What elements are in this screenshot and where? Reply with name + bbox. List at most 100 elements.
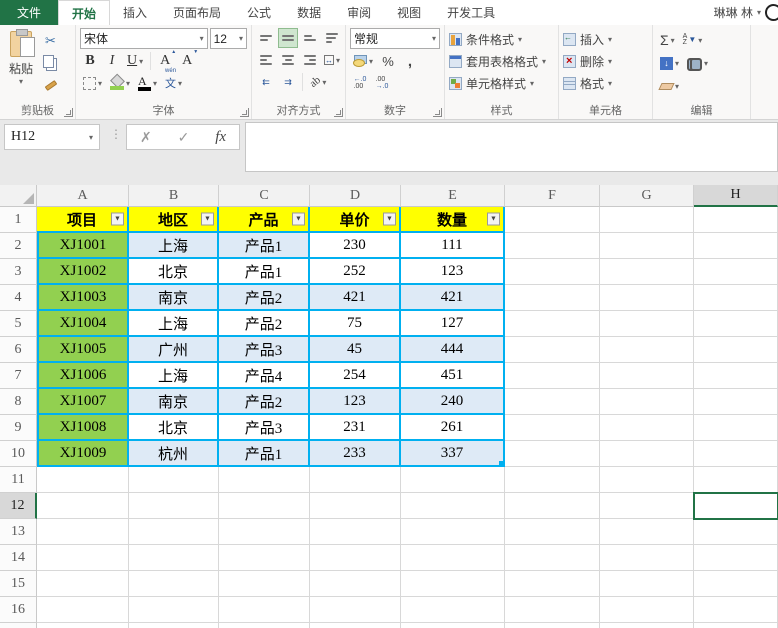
find-select-button[interactable] [684, 53, 711, 73]
cell-G13[interactable] [600, 519, 694, 545]
cell-H12[interactable] [694, 493, 778, 519]
cell-H17[interactable] [694, 623, 778, 628]
row-header-15[interactable]: 15 [0, 571, 37, 597]
cell-H5[interactable] [694, 311, 778, 337]
font-name-select[interactable]: 宋体 ▾ [80, 28, 208, 49]
italic-button[interactable]: I [102, 51, 122, 71]
tab-视图[interactable]: 视图 [384, 0, 434, 25]
tab-公式[interactable]: 公式 [234, 0, 284, 25]
copy-button[interactable] [40, 53, 61, 73]
cell-A17[interactable] [37, 623, 129, 628]
align-center-button[interactable] [278, 50, 298, 70]
row-header-9[interactable]: 9 [0, 415, 37, 441]
cell-B16[interactable] [129, 597, 219, 623]
cell-G9[interactable] [600, 415, 694, 441]
tab-数据[interactable]: 数据 [284, 0, 334, 25]
cell-A5[interactable]: XJ1004 [37, 311, 129, 337]
cell-E15[interactable] [401, 571, 505, 597]
cell-E14[interactable] [401, 545, 505, 571]
cell-D3[interactable]: 252 [310, 259, 401, 285]
cell-C8[interactable]: 产品2 [219, 389, 310, 415]
cell-G10[interactable] [600, 441, 694, 467]
cell-D11[interactable] [310, 467, 401, 493]
cell-E7[interactable]: 451 [401, 363, 505, 389]
merge-center-button[interactable]: ↔ [322, 50, 342, 70]
cell-D7[interactable]: 254 [310, 363, 401, 389]
cell-E10[interactable]: 337 [401, 441, 505, 467]
table-resize-handle[interactable] [499, 461, 504, 466]
cell-A4[interactable]: XJ1003 [37, 285, 129, 311]
bold-button[interactable]: B [80, 51, 100, 71]
cell-F2[interactable] [505, 233, 600, 259]
cell-H2[interactable] [694, 233, 778, 259]
cell-D1[interactable]: 单价▼ [310, 207, 401, 233]
tab-开发工具[interactable]: 开发工具 [434, 0, 508, 25]
cell-C10[interactable]: 产品1 [219, 441, 310, 467]
enter-icon[interactable]: ✓ [178, 129, 190, 146]
row-header-17[interactable]: 17 [0, 623, 37, 628]
cell-B11[interactable] [129, 467, 219, 493]
cell-C17[interactable] [219, 623, 310, 628]
row-header-11[interactable]: 11 [0, 467, 37, 493]
cell-G5[interactable] [600, 311, 694, 337]
cell-B13[interactable] [129, 519, 219, 545]
cell-A14[interactable] [37, 545, 129, 571]
cell-H8[interactable] [694, 389, 778, 415]
cell-C3[interactable]: 产品1 [219, 259, 310, 285]
cell-E11[interactable] [401, 467, 505, 493]
align-bottom-button[interactable] [300, 28, 320, 48]
cell-E13[interactable] [401, 519, 505, 545]
cell-D17[interactable] [310, 623, 401, 628]
column-header-B[interactable]: B [129, 185, 219, 207]
cell-A3[interactable]: XJ1002 [37, 259, 129, 285]
cell-A13[interactable] [37, 519, 129, 545]
cell-H15[interactable] [694, 571, 778, 597]
cell-E17[interactable] [401, 623, 505, 628]
cell-G15[interactable] [600, 571, 694, 597]
cell-C5[interactable]: 产品2 [219, 311, 310, 337]
filter-dropdown-button[interactable]: ▼ [111, 213, 124, 226]
cell-H9[interactable] [694, 415, 778, 441]
cell-G7[interactable] [600, 363, 694, 389]
cell-B10[interactable]: 杭州 [129, 441, 219, 467]
row-header-1[interactable]: 1 [0, 207, 37, 233]
row-header-2[interactable]: 2 [0, 233, 37, 259]
cell-G16[interactable] [600, 597, 694, 623]
cell-D9[interactable]: 231 [310, 415, 401, 441]
borders-button[interactable] [80, 73, 105, 93]
cell-D16[interactable] [310, 597, 401, 623]
cell-A1[interactable]: 项目▼ [37, 207, 129, 233]
cell-E5[interactable]: 127 [401, 311, 505, 337]
cell-F13[interactable] [505, 519, 600, 545]
cell-C1[interactable]: 产品▼ [219, 207, 310, 233]
cell-D12[interactable] [310, 493, 401, 519]
row-header-14[interactable]: 14 [0, 545, 37, 571]
cell-E1[interactable]: 数量▼ [401, 207, 505, 233]
filter-dropdown-button[interactable]: ▼ [383, 213, 396, 226]
phonetic-button[interactable]: 文 [162, 73, 185, 93]
column-header-F[interactable]: F [505, 185, 600, 207]
cell-A16[interactable] [37, 597, 129, 623]
cell-E9[interactable]: 261 [401, 415, 505, 441]
cell-A15[interactable] [37, 571, 129, 597]
row-header-3[interactable]: 3 [0, 259, 37, 285]
cell-G17[interactable] [600, 623, 694, 628]
column-header-C[interactable]: C [219, 185, 310, 207]
cell-F17[interactable] [505, 623, 600, 628]
cell-D2[interactable]: 230 [310, 233, 401, 259]
column-header-E[interactable]: E [401, 185, 505, 207]
cell-G3[interactable] [600, 259, 694, 285]
paste-button[interactable]: 粘贴 ▾ [2, 27, 40, 103]
filter-dropdown-button[interactable]: ▼ [292, 213, 305, 226]
cut-button[interactable]: ✂ [40, 31, 61, 51]
cell-F9[interactable] [505, 415, 600, 441]
cell-F6[interactable] [505, 337, 600, 363]
column-header-A[interactable]: A [37, 185, 129, 207]
cell-B14[interactable] [129, 545, 219, 571]
cell-H14[interactable] [694, 545, 778, 571]
cell-E12[interactable] [401, 493, 505, 519]
autosum-button[interactable]: Σ [657, 30, 678, 50]
cell-C16[interactable] [219, 597, 310, 623]
percent-style-button[interactable]: % [378, 51, 398, 71]
row-header-4[interactable]: 4 [0, 285, 37, 311]
